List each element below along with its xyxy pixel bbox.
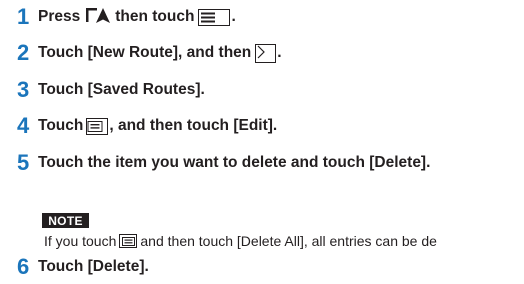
step-text: Touch [New Route], and then xyxy=(38,44,252,61)
step-text: . xyxy=(277,44,282,61)
step-number: 2 xyxy=(17,40,30,65)
step-number: 6 xyxy=(17,254,30,279)
list-icon xyxy=(86,117,109,135)
step-number: 3 xyxy=(17,77,30,102)
step-2: 2 Touch [New Route], and then . xyxy=(17,40,282,66)
menu-icon xyxy=(198,8,231,26)
note-text-start: If you touch xyxy=(44,233,117,249)
chevron-right-icon xyxy=(255,43,277,63)
step-number: 5 xyxy=(17,150,30,175)
step-6: 6 Touch [Delete]. xyxy=(17,254,149,280)
note-text: If you touch and then touch [Delete All]… xyxy=(44,232,437,250)
step-4: 4 Touch , and then touch [Edit]. xyxy=(17,113,277,139)
step-text: . xyxy=(231,8,236,25)
step-number: 4 xyxy=(17,113,30,138)
step-text: Touch xyxy=(38,117,84,134)
step-text: Touch the item you want to delete and to… xyxy=(38,154,431,171)
step-text: Press xyxy=(38,8,81,25)
list-icon xyxy=(119,234,138,248)
step-text: , and then touch [Edit]. xyxy=(109,117,278,134)
navigation-icon xyxy=(85,6,111,29)
note-label: NOTE xyxy=(42,213,89,228)
note-text-end: and then touch [Delete All], all entries… xyxy=(140,233,437,249)
step-text: Touch [Saved Routes]. xyxy=(38,81,205,98)
step-text: then touch xyxy=(115,8,195,25)
step-1: 1 Press then touch . xyxy=(17,4,236,30)
step-text: Touch [Delete]. xyxy=(38,258,149,275)
step-5: 5 Touch the item you want to delete and … xyxy=(17,150,430,176)
step-number: 1 xyxy=(17,4,30,29)
step-3: 3 Touch [Saved Routes]. xyxy=(17,77,205,103)
